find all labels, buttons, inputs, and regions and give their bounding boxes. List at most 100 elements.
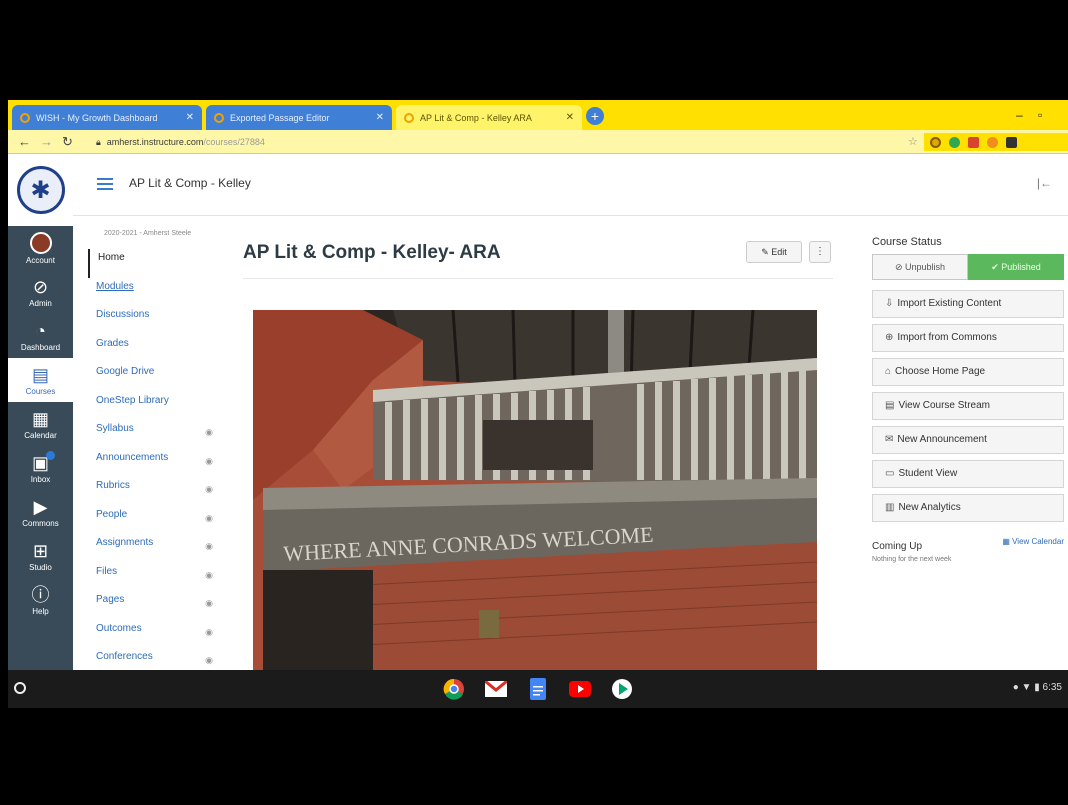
tab-title: WISH - My Growth Dashboard — [36, 112, 158, 123]
close-tab-icon[interactable]: ✕ — [560, 112, 574, 123]
course-nav-files[interactable]: Files ◉ — [88, 563, 213, 592]
url-host: amherst.instructure.com — [106, 137, 204, 147]
view-calendar-link[interactable]: ▦ View Calendar — [1002, 537, 1064, 546]
choose-home-page-button[interactable]: ⌂ Choose Home Page — [872, 358, 1064, 386]
stream-icon: ▤ — [885, 400, 895, 411]
global-nav-dashboard[interactable]: ◔ Dashboard — [8, 314, 73, 358]
dashboard-icon: ◔ — [35, 320, 46, 341]
extension-icon[interactable] — [930, 136, 941, 148]
global-nav-label: Inbox — [30, 474, 51, 484]
course-nav-outcomes[interactable]: Outcomes ◉ — [88, 620, 213, 649]
course-nav-google-drive[interactable]: Google Drive — [88, 363, 213, 392]
bookmark-star-icon[interactable]: ☆ — [908, 135, 918, 148]
course-nav-grades[interactable]: Grades — [88, 335, 213, 364]
course-nav-assignments[interactable]: Assignments ◉ — [88, 534, 213, 563]
published-label: Published — [1001, 262, 1041, 272]
course-nav-syllabus[interactable]: Syllabus ◉ — [88, 420, 213, 449]
global-nav-admin[interactable]: ⊘ Admin — [8, 270, 73, 314]
student-view-button[interactable]: ▭ Student View — [872, 460, 1064, 488]
avatar — [29, 231, 52, 254]
course-nav-announcements[interactable]: Announcements ◉ — [88, 449, 213, 478]
course-nav-rubrics[interactable]: Rubrics ◉ — [88, 477, 213, 506]
course-nav-modules[interactable]: Modules — [88, 278, 213, 307]
hamburger-menu-icon[interactable] — [97, 178, 113, 190]
sidebar-button-label: Student View — [898, 468, 958, 479]
view-course-stream-button[interactable]: ▤ View Course Stream — [872, 392, 1064, 420]
launcher-icon[interactable] — [14, 682, 26, 694]
docs-app-icon[interactable] — [526, 677, 550, 701]
check-circle-icon: ✔ — [991, 262, 1002, 272]
forward-icon[interactable]: → — [40, 134, 53, 149]
sidebar-button-label: Choose Home Page — [895, 366, 986, 377]
course-nav-home[interactable]: Home — [88, 249, 213, 278]
global-nav-label: Help — [32, 606, 49, 616]
status-tray[interactable]: ● ▼ ▮ 6:35 — [1013, 682, 1062, 693]
school-seal-icon: ✱ — [16, 166, 65, 214]
edit-button[interactable]: ✎ Edit — [746, 241, 802, 263]
extension-icon[interactable] — [949, 136, 960, 148]
import-existing-content-button[interactable]: ⇩ Import Existing Content — [872, 290, 1064, 318]
course-nav-library[interactable]: OneStep Library — [88, 392, 213, 421]
gmail-app-icon[interactable] — [484, 677, 508, 701]
os-shelf: ● ▼ ▮ 6:35 — [8, 670, 1068, 708]
back-icon[interactable]: ← — [18, 134, 31, 149]
course-nav-label: Google Drive — [96, 366, 155, 377]
course-nav-discussions[interactable]: Discussions — [88, 306, 213, 335]
import-from-commons-button[interactable]: ⊕ Import from Commons — [872, 324, 1064, 352]
browser-tab[interactable]: WISH - My Growth Dashboard ✕ — [12, 105, 202, 130]
puzzle-icon[interactable] — [1006, 136, 1017, 148]
new-announcement-button[interactable]: ✉ New Announcement — [872, 426, 1064, 454]
global-nav-calendar[interactable]: ▦ Calendar — [8, 402, 73, 446]
calendar-icon: ▦ — [31, 408, 49, 429]
global-nav-account[interactable]: Account — [8, 226, 73, 270]
global-nav-label: Studio — [29, 562, 52, 572]
browser-tab[interactable]: Exported Passage Editor ✕ — [206, 105, 392, 130]
course-nav-pages[interactable]: Pages ◉ — [88, 591, 213, 620]
new-analytics-button[interactable]: ▥ New Analytics — [872, 494, 1064, 522]
maximize-icon[interactable]: ▫ — [1038, 108, 1042, 122]
commons-icon: ⊕ — [885, 332, 894, 343]
extension-icon[interactable] — [968, 136, 979, 148]
course-nav-label: Conferences — [96, 651, 153, 662]
lock-icon: 🔒︎ — [96, 137, 101, 147]
edit-label: Edit — [771, 247, 787, 257]
chrome-app-icon[interactable] — [442, 677, 466, 701]
url-field[interactable]: 🔒︎ amherst.instructure.com/courses/27884 — [96, 134, 896, 150]
student-view-icon: ▭ — [885, 468, 895, 479]
chromeos-screen: WISH - My Growth Dashboard ✕ Exported Pa… — [8, 100, 1068, 708]
youtube-app-icon[interactable] — [568, 677, 592, 701]
course-nav-people[interactable]: People ◉ — [88, 506, 213, 535]
global-nav-help[interactable]: ⓘ Help — [8, 578, 73, 622]
hidden-eye-icon: ◉ — [205, 655, 213, 665]
reload-icon[interactable]: ↻ — [62, 134, 73, 150]
tab-favicon-icon — [404, 112, 414, 123]
view-calendar-label: View Calendar — [1012, 537, 1064, 546]
published-button[interactable]: ✔ Published — [968, 254, 1064, 280]
extension-icon[interactable] — [987, 136, 998, 148]
minimize-icon[interactable]: – — [1016, 108, 1023, 122]
more-options-button[interactable]: ⋮ — [809, 241, 831, 263]
shield-icon: ⊘ — [32, 276, 49, 297]
browser-tab-active[interactable]: AP Lit & Comp - Kelley ARA ✕ — [396, 105, 582, 130]
tab-favicon-icon — [20, 112, 30, 123]
home-icon: ⌂ — [885, 366, 892, 377]
global-nav-label: Dashboard — [20, 342, 61, 352]
breadcrumb[interactable]: AP Lit & Comp - Kelley — [129, 176, 251, 190]
course-nav-label: Discussions — [96, 309, 150, 320]
school-logo[interactable]: ✱ — [8, 154, 73, 226]
play-store-app-icon[interactable] — [610, 677, 634, 701]
unpublish-button[interactable]: ⊘ Unpublish — [872, 254, 968, 280]
global-nav-studio[interactable]: ⊞ Studio — [8, 534, 73, 578]
global-nav-inbox[interactable]: ▣ Inbox — [8, 446, 73, 490]
wifi-icon: ▼ — [1021, 682, 1032, 693]
tab-favicon-icon — [214, 112, 224, 123]
collapse-sidebar-icon[interactable]: |← — [1037, 176, 1052, 190]
course-status-sidebar: Course Status ⊘ Unpublish ✔ Published ⇩ I… — [872, 236, 1064, 563]
course-nav-label: OneStep Library — [96, 394, 169, 406]
new-tab-icon[interactable]: + — [586, 107, 604, 125]
close-tab-icon[interactable]: ✕ — [370, 112, 384, 123]
global-nav-commons[interactable]: ▶ Commons — [8, 490, 73, 534]
global-nav-courses[interactable]: ▤ Courses — [8, 358, 73, 402]
close-tab-icon[interactable]: ✕ — [180, 112, 194, 123]
term-label: 2020-2021 - Amherst Steele — [104, 230, 192, 237]
